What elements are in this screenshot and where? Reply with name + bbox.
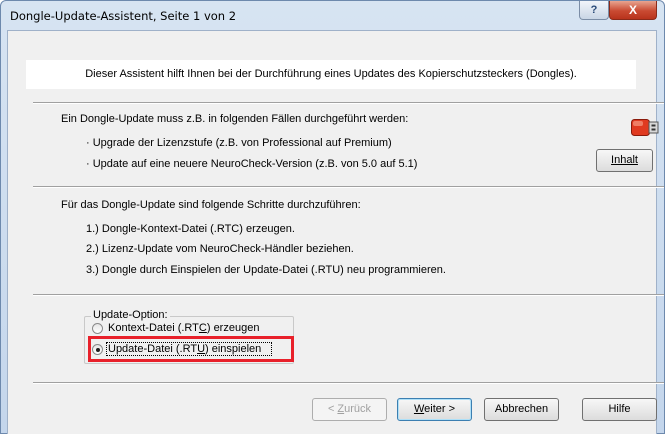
update-option-legend: Update-Option: <box>91 309 170 321</box>
label-part: C <box>198 322 207 334</box>
highlight-box <box>88 336 294 362</box>
separator <box>33 382 664 384</box>
step-item: 1.) Dongle-Kontext-Datei (.RTC) erzeugen… <box>86 223 295 235</box>
cases-heading: Ein Dongle-Update muss z.B. in folgenden… <box>61 113 409 125</box>
question-icon: ? <box>590 4 598 16</box>
cancel-button[interactable]: Abbrechen <box>484 398 559 421</box>
radio-kontext-datei-label[interactable]: Kontext-Datei (.RTC) erzeugen <box>108 322 259 334</box>
label-part: urück <box>344 403 372 415</box>
close-icon: X <box>628 3 637 17</box>
label-part: ) erzeugen <box>206 322 260 334</box>
next-button[interactable]: Weiter > <box>397 398 472 421</box>
steps-heading: Für das Dongle-Update sind folgende Schr… <box>61 199 361 211</box>
case-item: · Update auf eine neuere NeuroCheck-Vers… <box>86 158 418 170</box>
label-part: W <box>413 403 425 415</box>
step-item: 3.) Dongle durch Einspielen der Update-D… <box>86 264 446 276</box>
help-button[interactable]: Hilfe <box>582 398 657 421</box>
cancel-label: Abbrechen <box>494 403 549 415</box>
step-item: 2.) Lizenz-Update vom NeuroCheck-Händler… <box>86 243 354 255</box>
window-title: Dongle-Update-Assistent, Seite 1 von 2 <box>10 9 237 23</box>
intro-text: Dieser Assistent hilft Ihnen bei der Dur… <box>85 68 577 80</box>
label-part: < <box>327 403 338 415</box>
radio-kontext-datei[interactable] <box>92 323 103 334</box>
separator <box>33 294 664 296</box>
close-button[interactable]: X <box>609 1 657 20</box>
usb-dongle-icon <box>631 119 659 136</box>
inhalt-button[interactable]: Inhalt <box>596 149 653 172</box>
label-part: eiter > <box>424 403 456 415</box>
label-part: Kontext-Datei (.RT <box>108 322 199 334</box>
case-item: · Upgrade der Lizenzstufe (z.B. von Prof… <box>86 137 392 149</box>
back-button[interactable]: < Zurück <box>312 398 387 421</box>
separator <box>33 186 664 188</box>
title-bar[interactable]: Dongle-Update-Assistent, Seite 1 von 2 ?… <box>1 1 664 31</box>
intro-banner: Dieser Assistent hilft Ihnen bei der Dur… <box>26 60 636 89</box>
separator <box>33 102 664 104</box>
help-label: Hilfe <box>608 403 631 415</box>
help-titlebar-button[interactable]: ? <box>579 1 609 20</box>
inhalt-label: Inhalt <box>611 154 638 166</box>
